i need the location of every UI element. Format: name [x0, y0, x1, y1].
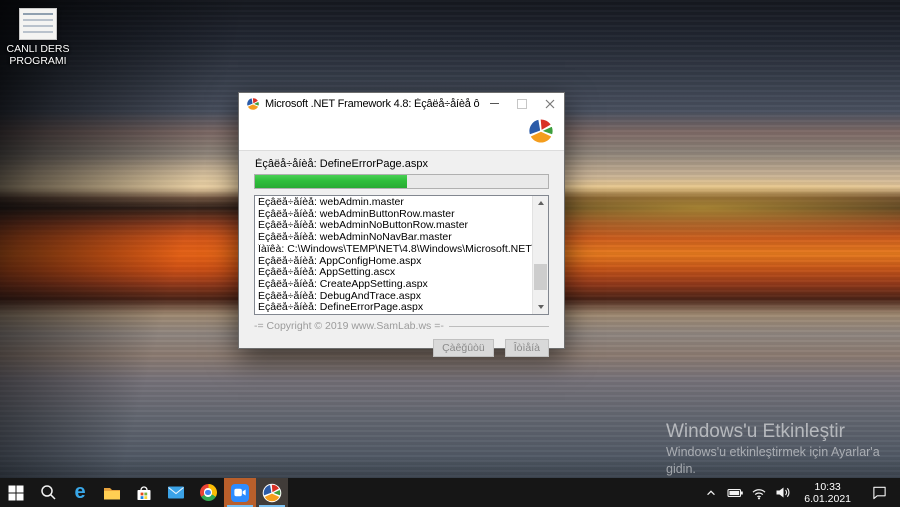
activation-watermark: Windows'u Etkinleştir Windows'u etkinleş… — [666, 420, 900, 478]
edge-icon: e — [74, 480, 86, 503]
close-button[interactable]: Çàêğûòü — [433, 339, 494, 357]
scrollbar-thumb[interactable] — [534, 264, 547, 290]
log-list-item: Èçâëå÷åíèå: webAdminButtonRow.master — [258, 208, 455, 220]
dialog-header — [239, 114, 564, 151]
minimize-button[interactable] — [480, 93, 508, 114]
dialog-titlebar[interactable]: Microsoft .NET Framework 4.8: Èçâëå÷åíèå… — [239, 93, 564, 114]
installer-pinwheel-icon — [246, 97, 260, 110]
clock-date: 6.01.2021 — [804, 492, 851, 505]
log-list-item: Èçâëå÷åíèå: DefineErrorPage.aspx — [258, 302, 424, 314]
minimize-icon — [489, 103, 499, 104]
desktop: CANLI DERS PROGRAMI Windows'u Etkinleşti… — [0, 0, 900, 507]
log-list-item: Èçâëå÷åíèå: CreateAppSetting.aspx — [258, 278, 428, 290]
net-framework-installer-dialog: Microsoft .NET Framework 4.8: Èçâëå÷åíèå… — [238, 92, 565, 357]
taskbar-mail-button[interactable] — [160, 478, 192, 507]
zoom-icon — [231, 483, 249, 502]
system-tray: 10:33 6.01.2021 — [701, 478, 900, 507]
mail-icon — [168, 486, 184, 499]
taskbar-empty-area — [288, 478, 701, 507]
action-center-button[interactable] — [862, 485, 896, 500]
watermark-subtitle: Windows'u etkinleştirmek için Ayarlar'a … — [666, 445, 880, 476]
file-explorer-icon — [104, 487, 120, 499]
cancel-button[interactable]: Îòìåíà — [504, 339, 549, 357]
copyright-row: -= Copyright © 2019 www.SamLab.ws =- — [254, 320, 549, 332]
log-list-item: Èçâëå÷åíèå: DebugAndTrace.aspx — [258, 290, 421, 302]
close-window-button[interactable] — [536, 93, 564, 114]
chrome-icon — [199, 484, 217, 501]
list-scrollbar[interactable] — [532, 196, 548, 314]
extraction-status-label: Èçâëå÷åíèå: DefineErrorPage.aspx — [255, 158, 428, 170]
log-list-item: Èçâëå÷åíèå: webAdminNoNavBar.master — [258, 232, 452, 244]
windows-logo-icon — [8, 485, 24, 500]
progress-bar-fill — [255, 175, 408, 188]
close-icon — [545, 99, 555, 108]
hidden-icons-chevron-icon[interactable] — [701, 478, 721, 507]
copyright-divider — [448, 326, 549, 327]
taskbar: e 10:33 6.01.2021 — [0, 478, 900, 507]
clock-time: 10:33 — [814, 480, 841, 493]
microsoft-store-icon — [137, 486, 151, 500]
taskbar-edge-button[interactable]: e — [64, 478, 96, 507]
watermark-title: Windows'u Etkinleştir — [666, 421, 845, 442]
taskbar-store-button[interactable] — [128, 478, 160, 507]
action-center-icon — [872, 486, 886, 500]
samlab-pinwheel-logo — [528, 118, 554, 144]
taskbar-net-installer-button[interactable] — [256, 478, 288, 507]
log-list-item: Èçâëå÷åíèå: AppConfigHome.aspx — [258, 255, 422, 267]
taskbar-zoom-button[interactable] — [224, 478, 256, 507]
volume-icon[interactable] — [773, 478, 793, 507]
wifi-icon[interactable] — [749, 478, 769, 507]
desktop-shortcut-canli-ders[interactable]: CANLI DERS PROGRAMI — [4, 8, 72, 67]
desktop-shortcut-label-line2: PROGRAMI — [9, 55, 67, 67]
scroll-down-icon[interactable] — [533, 300, 548, 314]
taskbar-clock[interactable]: 10:33 6.01.2021 — [797, 481, 858, 505]
start-button[interactable] — [0, 478, 32, 507]
dialog-body: Èçâëå÷åíèå: DefineErrorPage.aspx Èçâëå÷å… — [239, 151, 564, 364]
dialog-title: Microsoft .NET Framework 4.8: Èçâëå÷åíèå… — [265, 97, 480, 110]
copyright-text: -= Copyright © 2019 www.SamLab.ws =- — [254, 320, 444, 332]
taskbar-file-explorer-button[interactable] — [96, 478, 128, 507]
log-list-item: Èçâëå÷åíèå: webAdmin.master — [258, 197, 404, 208]
scroll-up-icon[interactable] — [533, 196, 548, 210]
taskbar-search-button[interactable] — [32, 478, 64, 507]
log-list-item: Èçâëå÷åíèå: AppSetting.ascx — [258, 267, 396, 279]
net-installer-pinwheel-icon — [262, 483, 282, 502]
maximize-button[interactable] — [508, 93, 536, 114]
search-icon — [40, 485, 56, 500]
extraction-log-list: Èçâëå÷åíèå: webAdmin.master Èçâëå÷åíèå: … — [254, 195, 549, 315]
log-list-item: Ïàïêà: C:\Windows\TEMP\NET\4.8\Windows\M… — [258, 243, 532, 255]
maximize-icon — [517, 98, 527, 109]
progress-bar — [254, 174, 549, 189]
battery-icon[interactable] — [725, 478, 745, 507]
taskbar-chrome-button[interactable] — [192, 478, 224, 507]
log-list-item: Èçâëå÷åíèå: webAdminNoButtonRow.master — [258, 220, 469, 232]
desktop-shortcut-label-line1: CANLI DERS — [6, 43, 70, 55]
application-window-icon — [19, 8, 57, 40]
